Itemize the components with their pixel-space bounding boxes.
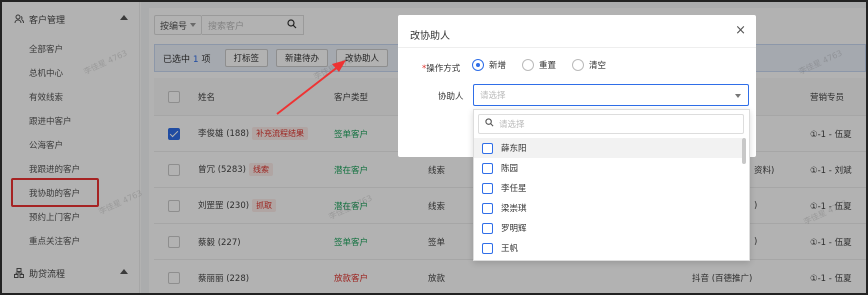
app-window: 客户管理 全部客户 总机中心 有效线索 跟进中客户 公海客户 我跟进的客户 我协… [0, 0, 868, 295]
annotation-arrow [276, 60, 346, 115]
